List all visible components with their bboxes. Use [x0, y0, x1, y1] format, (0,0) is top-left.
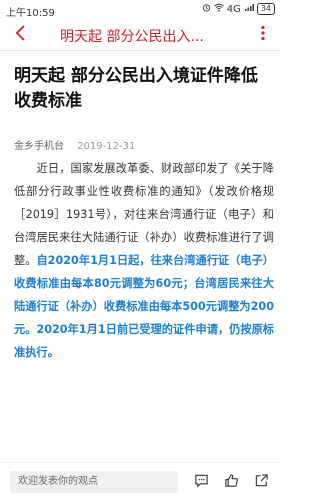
article-date: 2019-12-31 — [77, 141, 136, 152]
back-button[interactable] — [10, 23, 30, 47]
article-source: 金乡手机台 — [14, 141, 64, 152]
article-meta: 金乡手机台 2019-12-31 — [14, 137, 135, 152]
paragraph-highlight: 自2020年1月1日起，往来台湾通行证（电子）收费标准由每本80元调整为60元；… — [14, 254, 274, 359]
chevron-left-icon — [14, 24, 26, 46]
status-bar: 上午10:59 4G 34 — [0, 0, 281, 20]
network-type: 4G — [226, 3, 241, 15]
header-title: 明天起 部分公民出入... — [60, 29, 204, 45]
signal-icon — [244, 3, 254, 15]
comment-button[interactable] — [190, 471, 212, 493]
comment-input[interactable]: 欢迎发表你的观点 — [10, 471, 178, 493]
paragraph-text: 近日，国家发展改革委、财政部印发了《关于降低部分行政事业性收费标准的通知》（发改… — [14, 162, 274, 267]
status-icons: 4G 34 — [202, 3, 275, 15]
share-button[interactable] — [250, 471, 272, 493]
alarm-icon — [202, 3, 211, 15]
like-button[interactable] — [220, 471, 242, 493]
more-button[interactable] — [253, 25, 273, 45]
comment-icon — [194, 473, 209, 492]
more-vertical-icon — [261, 25, 265, 45]
thumbs-up-icon — [224, 473, 239, 492]
battery-indicator: 34 — [256, 3, 275, 15]
article-title: 明天起 部分公民出入境证件降低收费标准 — [14, 66, 258, 111]
app-header: 明天起 部分公民出入... — [0, 20, 281, 51]
article-body: 近日，国家发展改革委、财政部印发了《关于降低部分行政事业性收费标准的通知》（发改… — [14, 157, 274, 364]
wifi-icon — [213, 3, 224, 15]
bottom-bar: 欢迎发表你的观点 — [0, 462, 281, 501]
share-icon — [254, 473, 269, 492]
status-time: 上午10:59 — [6, 8, 55, 19]
